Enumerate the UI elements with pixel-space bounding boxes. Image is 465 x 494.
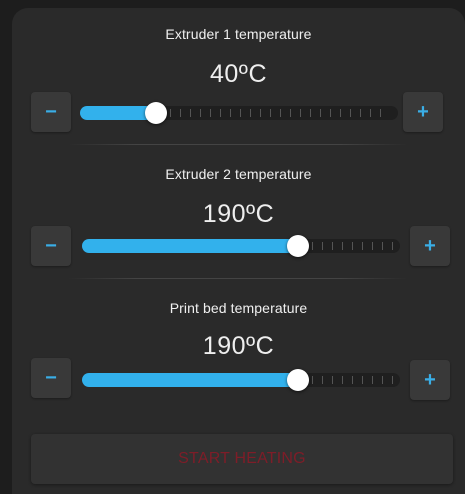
print-bed-decrease-button[interactable]: − <box>31 358 71 398</box>
extruder-2-title: Extruder 2 temperature <box>165 166 312 182</box>
extruder-1-title: Extruder 1 temperature <box>165 26 312 42</box>
start-heating-button[interactable]: START HEATING <box>31 434 453 484</box>
extruder-2-slider-ticks <box>312 242 394 250</box>
section-divider <box>68 278 408 279</box>
extruder-2-slider-fill <box>82 239 298 253</box>
extruder-2-slider-thumb[interactable] <box>287 235 309 257</box>
extruder-1-decrease-button[interactable]: − <box>31 92 71 132</box>
print-bed-section: Print bed temperature 190ºC − + <box>12 282 465 412</box>
temperature-panel: Extruder 1 temperature 40ºC − + Extruder… <box>12 8 465 494</box>
extruder-2-value: 190ºC <box>202 200 275 228</box>
extruder-2-decrease-button[interactable]: − <box>31 226 71 266</box>
extruder-2-increase-button[interactable]: + <box>410 226 450 266</box>
print-bed-slider[interactable] <box>82 369 400 391</box>
print-bed-increase-button[interactable]: + <box>410 360 450 400</box>
print-bed-slider-fill <box>82 373 298 387</box>
extruder-2-slider[interactable] <box>82 235 400 257</box>
extruder-1-section: Extruder 1 temperature 40ºC − + <box>12 8 465 138</box>
extruder-2-section: Extruder 2 temperature 190ºC − + <box>12 148 465 278</box>
extruder-1-slider-thumb[interactable] <box>145 102 167 124</box>
print-bed-value: 190ºC <box>202 332 275 360</box>
extruder-1-increase-button[interactable]: + <box>403 92 443 132</box>
section-divider <box>68 144 408 145</box>
print-bed-slider-thumb[interactable] <box>287 369 309 391</box>
extruder-1-slider-ticks <box>170 109 390 117</box>
extruder-1-value: 40ºC <box>210 60 267 88</box>
print-bed-slider-ticks <box>312 376 394 384</box>
extruder-1-slider[interactable] <box>80 102 398 124</box>
print-bed-title: Print bed temperature <box>169 300 308 316</box>
